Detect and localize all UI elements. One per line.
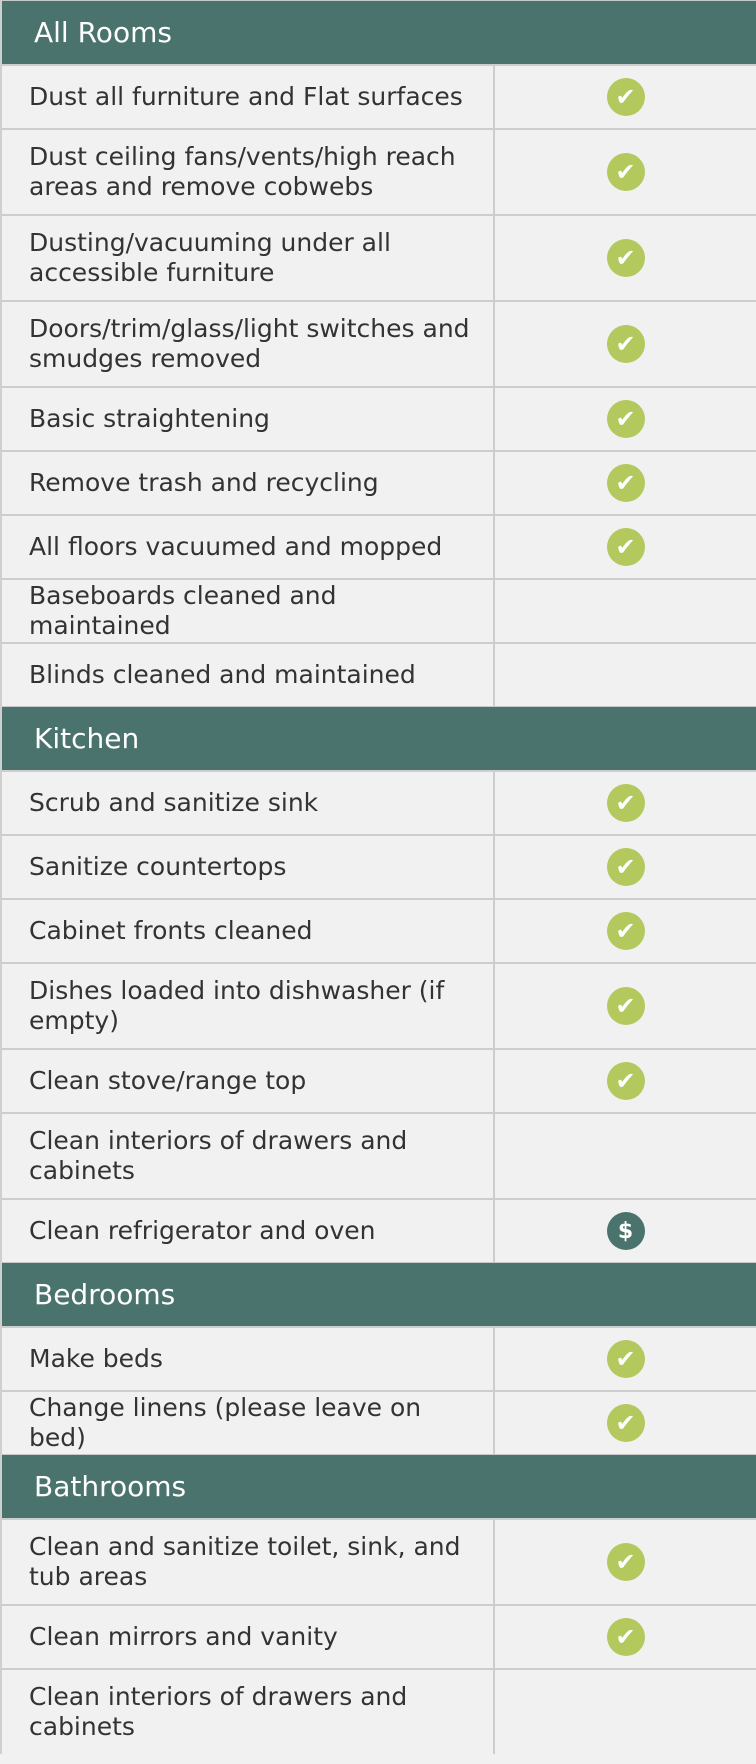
row-label: Scrub and sanitize sink bbox=[2, 772, 495, 834]
table-row: Clean mirrors and vanity ✔ bbox=[2, 1604, 756, 1668]
table-row: Clean stove/range top ✔ bbox=[2, 1048, 756, 1112]
section-header-bathrooms: Bathrooms bbox=[2, 1454, 756, 1518]
service-checklist-table: All Rooms Dust all furniture and Flat su… bbox=[0, 0, 756, 1754]
check-circle-icon: ✔ bbox=[606, 153, 645, 191]
table-row: Clean interiors of drawers and cabinets bbox=[2, 1112, 756, 1198]
row-status bbox=[495, 580, 756, 642]
row-status: ✔ bbox=[495, 1606, 756, 1668]
section-header-bedrooms: Bedrooms bbox=[2, 1262, 756, 1326]
table-row: Change linens (please leave on bed) ✔ bbox=[2, 1390, 756, 1454]
row-label: Clean interiors of drawers and cabinets bbox=[2, 1114, 495, 1198]
table-row: Dishes loaded into dishwasher (if empty)… bbox=[2, 962, 756, 1048]
row-status: ✔ bbox=[495, 302, 756, 386]
row-status: ✔ bbox=[495, 66, 756, 128]
check-circle-icon: ✔ bbox=[606, 1543, 645, 1581]
check-circle-icon: ✔ bbox=[606, 464, 645, 502]
table-row: Dust all furniture and Flat surfaces ✔ bbox=[2, 64, 756, 128]
check-circle-icon: ✔ bbox=[606, 1618, 645, 1656]
row-status: ✔ bbox=[495, 900, 756, 962]
row-label: Make beds bbox=[2, 1328, 495, 1390]
row-label: Dishes loaded into dishwasher (if empty) bbox=[2, 964, 495, 1048]
row-label: Sanitize countertops bbox=[2, 836, 495, 898]
row-label: All floors vacuumed and mopped bbox=[2, 516, 495, 578]
row-status: ✔ bbox=[495, 964, 756, 1048]
row-status: ✔ bbox=[495, 216, 756, 300]
table-row: Clean and sanitize toilet, sink, and tub… bbox=[2, 1518, 756, 1604]
section-header-kitchen: Kitchen bbox=[2, 706, 756, 770]
table-row: Cabinet fronts cleaned ✔ bbox=[2, 898, 756, 962]
table-row: Sanitize countertops ✔ bbox=[2, 834, 756, 898]
check-circle-icon: ✔ bbox=[606, 1340, 645, 1378]
table-row: Baseboards cleaned and maintained bbox=[2, 578, 756, 642]
row-status bbox=[495, 1114, 756, 1198]
table-row: Clean refrigerator and oven $ bbox=[2, 1198, 756, 1262]
check-circle-icon: ✔ bbox=[606, 1404, 645, 1442]
table-row: Dusting/vacuuming under all accessible f… bbox=[2, 214, 756, 300]
check-circle-icon: ✔ bbox=[606, 528, 645, 566]
row-label: Change linens (please leave on bed) bbox=[2, 1392, 495, 1454]
row-label: Doors/trim/glass/light switches and smud… bbox=[2, 302, 495, 386]
row-status: ✔ bbox=[495, 516, 756, 578]
check-circle-icon: ✔ bbox=[606, 987, 645, 1025]
row-status bbox=[495, 1670, 756, 1754]
table-row: Doors/trim/glass/light switches and smud… bbox=[2, 300, 756, 386]
table-row: All floors vacuumed and mopped ✔ bbox=[2, 514, 756, 578]
row-status: ✔ bbox=[495, 772, 756, 834]
check-circle-icon: ✔ bbox=[606, 848, 645, 886]
row-status: ✔ bbox=[495, 1328, 756, 1390]
check-circle-icon: ✔ bbox=[606, 784, 645, 822]
row-status bbox=[495, 644, 756, 706]
table-row: Make beds ✔ bbox=[2, 1326, 756, 1390]
table-row: Clean interiors of drawers and cabinets bbox=[2, 1668, 756, 1754]
row-label: Dusting/vacuuming under all accessible f… bbox=[2, 216, 495, 300]
row-status: ✔ bbox=[495, 836, 756, 898]
row-label: Clean and sanitize toilet, sink, and tub… bbox=[2, 1520, 495, 1604]
row-label: Clean interiors of drawers and cabinets bbox=[2, 1670, 495, 1754]
row-status: ✔ bbox=[495, 388, 756, 450]
table-row: Blinds cleaned and maintained bbox=[2, 642, 756, 706]
row-label: Blinds cleaned and maintained bbox=[2, 644, 495, 706]
row-status: ✔ bbox=[495, 130, 756, 214]
row-label: Dust all furniture and Flat surfaces bbox=[2, 66, 495, 128]
check-circle-icon: ✔ bbox=[606, 912, 645, 950]
section-header-all-rooms: All Rooms bbox=[2, 0, 756, 64]
table-row: Dust ceiling fans/vents/high reach areas… bbox=[2, 128, 756, 214]
row-label: Basic straightening bbox=[2, 388, 495, 450]
check-circle-icon: ✔ bbox=[606, 400, 645, 438]
check-circle-icon: ✔ bbox=[606, 325, 645, 363]
row-status: $ bbox=[495, 1200, 756, 1262]
row-status: ✔ bbox=[495, 1520, 756, 1604]
check-circle-icon: ✔ bbox=[606, 78, 645, 116]
row-label: Cabinet fronts cleaned bbox=[2, 900, 495, 962]
dollar-circle-icon: $ bbox=[606, 1212, 645, 1250]
row-status: ✔ bbox=[495, 452, 756, 514]
table-row: Scrub and sanitize sink ✔ bbox=[2, 770, 756, 834]
row-label: Remove trash and recycling bbox=[2, 452, 495, 514]
check-circle-icon: ✔ bbox=[606, 239, 645, 277]
row-label: Dust ceiling fans/vents/high reach areas… bbox=[2, 130, 495, 214]
row-label: Clean mirrors and vanity bbox=[2, 1606, 495, 1668]
row-label: Baseboards cleaned and maintained bbox=[2, 580, 495, 642]
table-row: Basic straightening ✔ bbox=[2, 386, 756, 450]
table-row: Remove trash and recycling ✔ bbox=[2, 450, 756, 514]
check-circle-icon: ✔ bbox=[606, 1062, 645, 1100]
row-status: ✔ bbox=[495, 1050, 756, 1112]
row-status: ✔ bbox=[495, 1392, 756, 1454]
row-label: Clean refrigerator and oven bbox=[2, 1200, 495, 1262]
row-label: Clean stove/range top bbox=[2, 1050, 495, 1112]
